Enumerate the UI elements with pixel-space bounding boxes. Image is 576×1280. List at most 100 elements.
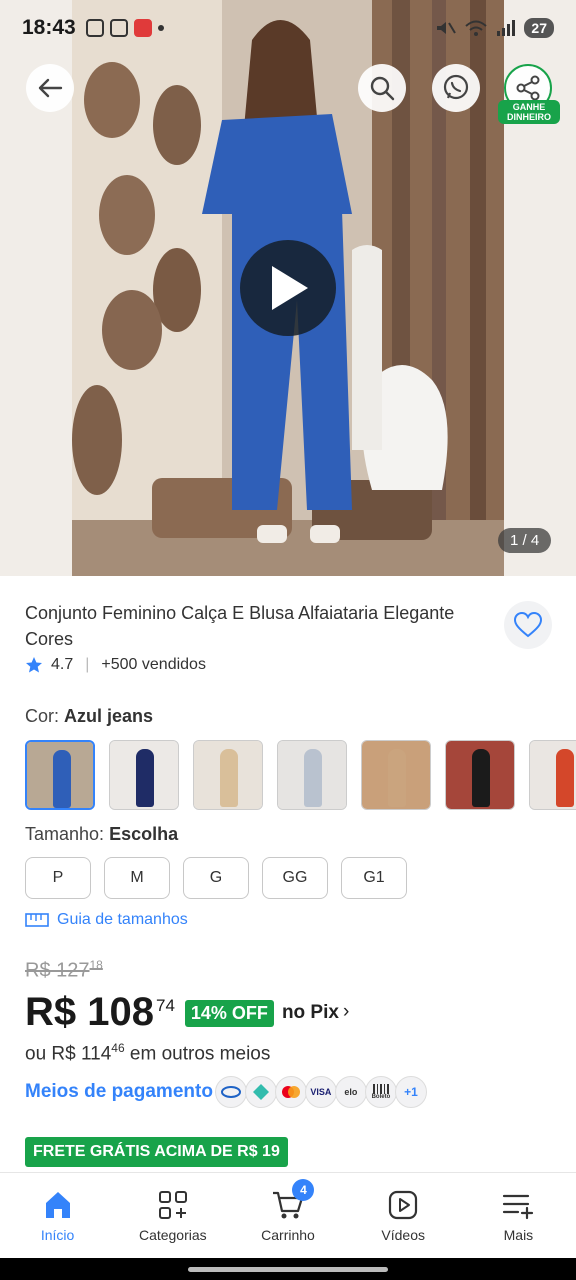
- color-swatch[interactable]: [25, 740, 95, 810]
- product-title: Conjunto Feminino Calça E Blusa Alfaiata…: [25, 603, 455, 649]
- current-price: R$ 108: [25, 990, 154, 1034]
- color-swatch[interactable]: [277, 740, 347, 810]
- nav-categories[interactable]: Categorias: [115, 1173, 230, 1258]
- other-price-cents: 46: [111, 1041, 125, 1055]
- size-guide-label: Guia de tamanhos: [57, 911, 188, 928]
- boleto-icon: Boleto: [364, 1076, 397, 1108]
- mail-icon: [109, 19, 128, 37]
- whatsapp-icon: [443, 74, 469, 100]
- size-option-m[interactable]: M: [104, 857, 170, 899]
- nav-more-label: Mais: [503, 1226, 534, 1243]
- color-swatch[interactable]: [445, 740, 515, 810]
- status-time: 18:43: [22, 16, 76, 39]
- whatsapp-share-button[interactable]: [432, 64, 480, 112]
- battery-level: 27: [524, 18, 554, 38]
- star-icon: [26, 657, 42, 673]
- favorite-button[interactable]: [504, 601, 552, 649]
- search-icon: [370, 76, 395, 101]
- rating-row[interactable]: 4.7 | +500 vendidos: [25, 656, 206, 674]
- color-selected: Azul jeans: [64, 706, 154, 726]
- mute-icon: [437, 22, 457, 34]
- swatch-outfit: [472, 749, 490, 807]
- signal-icon: [497, 20, 516, 36]
- dot-icon: [157, 25, 164, 31]
- status-bar: 18:43 27: [0, 0, 576, 56]
- mastercard-icon: [274, 1076, 307, 1108]
- current-price-cents: 74: [155, 996, 175, 1015]
- original-price-main: R$ 127: [25, 959, 90, 982]
- size-option-p[interactable]: P: [25, 857, 91, 899]
- nav-home[interactable]: Início: [0, 1173, 115, 1258]
- other-price-main: ou R$ 114: [25, 1043, 112, 1065]
- size-guide-link[interactable]: Guia de tamanhos: [25, 911, 188, 929]
- more-payment-methods[interactable]: +1: [394, 1076, 427, 1108]
- size-option-g1[interactable]: G1: [341, 857, 407, 899]
- categories-icon: [158, 1190, 187, 1219]
- play-icon: [272, 266, 308, 310]
- size-selected: Escolha: [109, 824, 179, 844]
- heart-icon: [514, 612, 542, 638]
- size-option-g[interactable]: G: [183, 857, 249, 899]
- color-swatch[interactable]: [193, 740, 263, 810]
- search-button[interactable]: [358, 64, 406, 112]
- swatch-outfit: [304, 749, 322, 807]
- nav-categories-label: Categorias: [138, 1226, 207, 1243]
- earn-money-badge[interactable]: GANHE DINHEIRO: [498, 100, 560, 124]
- swatch-outfit: [136, 749, 154, 807]
- pix-icon: [244, 1076, 277, 1108]
- notification-icons: [85, 19, 164, 37]
- nav-home-label: Início: [40, 1226, 75, 1243]
- original-price: R$ 12718: [25, 958, 103, 983]
- system-navigation-bar: [0, 1258, 576, 1280]
- nav-videos-label: Vídeos: [381, 1226, 425, 1243]
- nav-cart[interactable]: 4 Carrinho: [230, 1173, 345, 1258]
- swatch-outfit: [53, 750, 71, 808]
- back-button[interactable]: [26, 64, 74, 112]
- payment-methods-row[interactable]: Meios de pagamento VISA elo Boleto +1: [25, 1076, 427, 1108]
- payment-methods-link[interactable]: Meios de pagamento: [25, 1081, 213, 1103]
- size-option-gg[interactable]: GG: [262, 857, 328, 899]
- menu-plus-icon: [503, 1194, 534, 1219]
- image-counter: 1 / 4: [498, 528, 552, 553]
- swatch-outfit: [220, 749, 238, 807]
- size-label-row: Tamanho: Escolha: [25, 824, 178, 845]
- size-label: Tamanho:: [25, 824, 105, 844]
- size-options: P M G GG G1: [25, 857, 407, 899]
- rating-separator: |: [85, 656, 90, 673]
- ruler-icon: [25, 913, 49, 927]
- wifi-icon: [465, 20, 488, 36]
- boleto-label: Boleto: [371, 1094, 391, 1100]
- home-indicator[interactable]: [188, 1266, 388, 1272]
- app-notification-icon: [133, 19, 152, 37]
- swatch-outfit: [556, 749, 574, 807]
- sold-count: +500 vendidos: [101, 656, 206, 673]
- bank-icon: [214, 1076, 247, 1108]
- color-swatch[interactable]: [109, 740, 179, 810]
- swatch-outfit: [388, 749, 406, 807]
- color-swatch[interactable]: [529, 740, 576, 810]
- free-shipping-badge: FRETE GRÁTIS ACIMA DE R$ 19: [25, 1137, 288, 1167]
- share-icon: [516, 75, 540, 101]
- original-price-cents: 18: [89, 958, 103, 972]
- current-price-row: R$ 108 74 14% OFF no Pix ›: [25, 990, 349, 1035]
- status-right: 27: [434, 18, 554, 38]
- nav-videos[interactable]: Vídeos: [346, 1173, 461, 1258]
- cart-count-badge: 4: [292, 1179, 315, 1201]
- color-label: Cor:: [25, 706, 60, 726]
- other-price-suffix: em outros meios: [129, 1043, 271, 1065]
- rating-value: 4.7: [51, 656, 74, 673]
- home-icon: [45, 1191, 70, 1218]
- pix-link[interactable]: no Pix: [282, 1002, 339, 1024]
- visa-icon: VISA: [304, 1076, 337, 1108]
- nav-more[interactable]: Mais: [461, 1173, 576, 1258]
- chevron-right-icon[interactable]: ›: [343, 1001, 349, 1023]
- screenshot-icon: [85, 19, 104, 37]
- color-label-row: Cor: Azul jeans: [25, 706, 153, 727]
- arrow-left-icon: [38, 78, 63, 98]
- other-payment-price: ou R$ 11446 em outros meios: [25, 1041, 270, 1065]
- elo-icon: elo: [334, 1076, 367, 1108]
- play-video-button[interactable]: [240, 240, 336, 336]
- color-swatch[interactable]: [361, 740, 431, 810]
- bottom-navigation: Início Categorias 4 Carrinho Vídeos Mais: [0, 1172, 576, 1258]
- video-icon: [389, 1190, 418, 1219]
